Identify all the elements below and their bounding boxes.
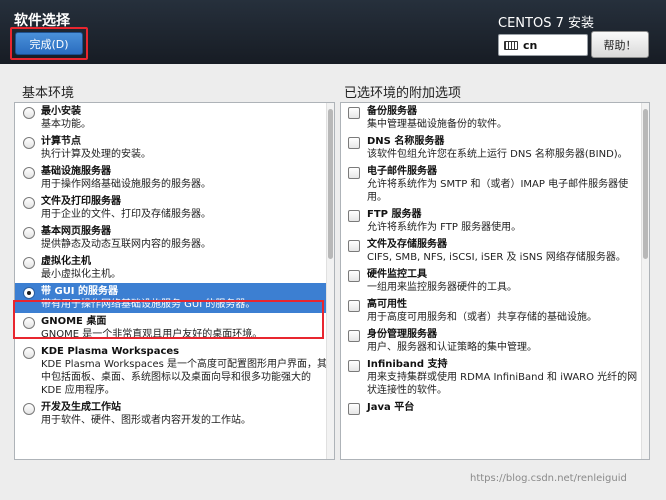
environment-description: GNOME 是一个非常直观且用户友好的桌面环境。 — [41, 329, 263, 340]
checkbox[interactable] — [348, 403, 360, 415]
help-button[interactable]: 帮助！ — [591, 31, 649, 58]
environment-option[interactable]: KDE Plasma Workspaces KDE Plasma Workspac… — [15, 343, 334, 399]
addon-option[interactable]: Infiniband 支持用来支持集群或使用 RDMA InfiniBand 和… — [341, 356, 649, 399]
radio-button[interactable] — [23, 167, 35, 179]
radio-button[interactable] — [23, 257, 35, 269]
right-scroll-thumb[interactable] — [643, 109, 648, 259]
addon-description: 用户、服务器和认证策略的集中管理。 — [367, 342, 537, 353]
addon-name: Java 平台 — [367, 402, 415, 413]
addons-list: 备份服务器 集中管理基础设施备份的软件。 DNS 名称服务器 该软件包组允许您在系统上… — [340, 102, 650, 460]
addon-name: 备份服务器 — [367, 106, 417, 117]
addon-description: 该软件包组允许您在系统上运行 DNS 名称服务器(BIND)。 — [367, 149, 628, 160]
watermark: https://blog.csdn.net/renleiguid — [470, 473, 627, 484]
environment-option[interactable]: 计算节点执行计算及处理的安装。 — [15, 133, 334, 163]
checkbox[interactable] — [348, 270, 360, 282]
radio-button[interactable] — [23, 227, 35, 239]
environment-option[interactable]: 最小安装 基本功能。 — [15, 103, 334, 133]
environment-option[interactable]: 开发及生成工作站用于软件、硬件、图形或者内容开发的工作站。 — [15, 399, 334, 429]
radio-button[interactable] — [23, 107, 35, 119]
environment-name: 虚拟化主机 — [41, 256, 91, 267]
radio-button[interactable] — [23, 317, 35, 329]
radio-button[interactable] — [23, 347, 35, 359]
addon-description: 集中管理基础设施备份的软件。 — [367, 119, 507, 130]
environment-description: KDE Plasma Workspaces 是一个高度可配置图形用户界面，其中包… — [41, 359, 327, 396]
checkbox[interactable] — [348, 360, 360, 372]
environment-description: 提供静态及动态互联网内容的服务器。 — [41, 239, 211, 250]
keyboard-layout-text: cn — [523, 38, 538, 52]
environment-name: 最小安装 — [41, 106, 81, 117]
addon-description: 允许将系统作为 FTP 服务器使用。 — [367, 222, 522, 233]
addon-name: 电子邮件服务器 — [367, 166, 437, 177]
addon-name: DNS 名称服务器 — [367, 136, 445, 147]
environment-name: GNOME 桌面 — [41, 316, 107, 327]
environment-name: 基础设施服务器 — [41, 166, 111, 177]
done-button[interactable]: 完成(D) — [15, 32, 83, 55]
checkbox[interactable] — [348, 137, 360, 149]
environment-option[interactable]: 基础设施服务器用于操作网络基础设施服务的服务器。 — [15, 163, 334, 193]
addon-option[interactable]: 高可用性用于高度可用服务和（或者）共享存储的基础设施。 — [341, 296, 649, 326]
addon-description: CIFS, SMB, NFS, iSCSI, iSER 及 iSNS 网络存储服… — [367, 252, 626, 263]
addon-name: Infiniband 支持 — [367, 359, 448, 370]
addons-title: 已选环境的附加选项 — [344, 86, 462, 101]
radio-button[interactable] — [23, 137, 35, 149]
checkbox[interactable] — [348, 300, 360, 312]
addon-option[interactable]: 身份管理服务器用户、服务器和认证策略的集中管理。 — [341, 326, 649, 356]
addon-option[interactable]: DNS 名称服务器该软件包组允许您在系统上运行 DNS 名称服务器(BIND)。 — [341, 133, 649, 163]
keyboard-icon — [504, 40, 518, 50]
base-environment-title: 基本环境 — [22, 86, 75, 101]
environment-option[interactable]: GNOME 桌面 GNOME 是一个非常直观且用户友好的桌面环境。 — [15, 313, 334, 343]
addon-name: FTP 服务器 — [367, 209, 422, 220]
checkbox[interactable] — [348, 167, 360, 179]
addon-description: 一组用来监控服务器硬件的工具。 — [367, 282, 517, 293]
environment-option[interactable]: 带 GUI 的服务器带有用于操作网络基础设施服务 GUI 的服务器。 — [15, 283, 334, 313]
environment-option[interactable]: 文件及打印服务器用于企业的文件、打印及存储服务器。 — [15, 193, 334, 223]
environment-name: 计算节点 — [41, 136, 81, 147]
radio-button[interactable] — [23, 197, 35, 209]
addon-option[interactable]: Java 平台 — [341, 399, 649, 416]
environment-name: 文件及打印服务器 — [41, 196, 121, 207]
environment-description: 用于软件、硬件、图形或者内容开发的工作站。 — [41, 415, 251, 426]
addon-option[interactable]: 电子邮件服务器允许将系统作为 SMTP 和（或者）IMAP 电子邮件服务器使用。 — [341, 163, 649, 206]
checkbox[interactable] — [348, 240, 360, 252]
radio-button[interactable] — [23, 403, 35, 415]
checkbox[interactable] — [348, 330, 360, 342]
environment-option[interactable]: 基本网页服务器提供静态及动态互联网内容的服务器。 — [15, 223, 334, 253]
addon-option[interactable]: 备份服务器集中管理基础设施备份的软件。 — [341, 103, 649, 133]
environment-name: KDE Plasma Workspaces — [41, 346, 180, 357]
checkbox[interactable] — [348, 107, 360, 119]
header-bar: 软件选择 完成(D) CENTOS 7 安装 cn 帮助！ — [0, 0, 666, 64]
environment-name: 带 GUI 的服务器 — [41, 286, 119, 297]
environment-description: 带有用于操作网络基础设施服务 GUI 的服务器。 — [41, 299, 256, 310]
addon-description: 用来支持集群或使用 RDMA InfiniBand 和 iWARO 光纤的网状连… — [367, 372, 638, 396]
addon-option[interactable]: 硬件监控工具一组用来监控服务器硬件的工具。 — [341, 266, 649, 296]
environment-name: 基本网页服务器 — [41, 226, 111, 237]
keyboard-layout-indicator[interactable]: cn — [498, 34, 588, 56]
addon-name: 高可用性 — [367, 299, 407, 310]
left-scrollbar[interactable] — [326, 103, 334, 459]
environment-name: 开发及生成工作站 — [41, 402, 121, 413]
addon-name: 身份管理服务器 — [367, 329, 437, 340]
environment-description: 基本功能。 — [41, 119, 91, 130]
right-scrollbar[interactable] — [641, 103, 649, 459]
addon-option[interactable]: 文件及存储服务器 CIFS, SMB, NFS, iSCSI, iSER 及 iS… — [341, 236, 649, 266]
environment-description: 用于企业的文件、打印及存储服务器。 — [41, 209, 211, 220]
install-title: CENTOS 7 安装 — [498, 16, 594, 31]
environment-description: 最小虚拟化主机。 — [41, 269, 121, 280]
addon-name: 硬件监控工具 — [367, 269, 427, 280]
addon-name: 文件及存储服务器 — [367, 239, 447, 250]
environment-option[interactable]: 虚拟化主机最小虚拟化主机。 — [15, 253, 334, 283]
left-scroll-thumb[interactable] — [328, 109, 333, 259]
checkbox[interactable] — [348, 210, 360, 222]
addon-description: 允许将系统作为 SMTP 和（或者）IMAP 电子邮件服务器使用。 — [367, 179, 629, 203]
addon-option[interactable]: FTP 服务器允许将系统作为 FTP 服务器使用。 — [341, 206, 649, 236]
environment-description: 执行计算及处理的安装。 — [41, 149, 151, 160]
radio-button[interactable] — [23, 287, 35, 299]
base-environment-list: 最小安装基本功能。计算节点执行计算及处理的安装。 基础设施服务器用于操作网络基础设… — [14, 102, 335, 460]
environment-description: 用于操作网络基础设施服务的服务器。 — [41, 179, 211, 190]
addon-description: 用于高度可用服务和（或者）共享存储的基础设施。 — [367, 312, 597, 323]
